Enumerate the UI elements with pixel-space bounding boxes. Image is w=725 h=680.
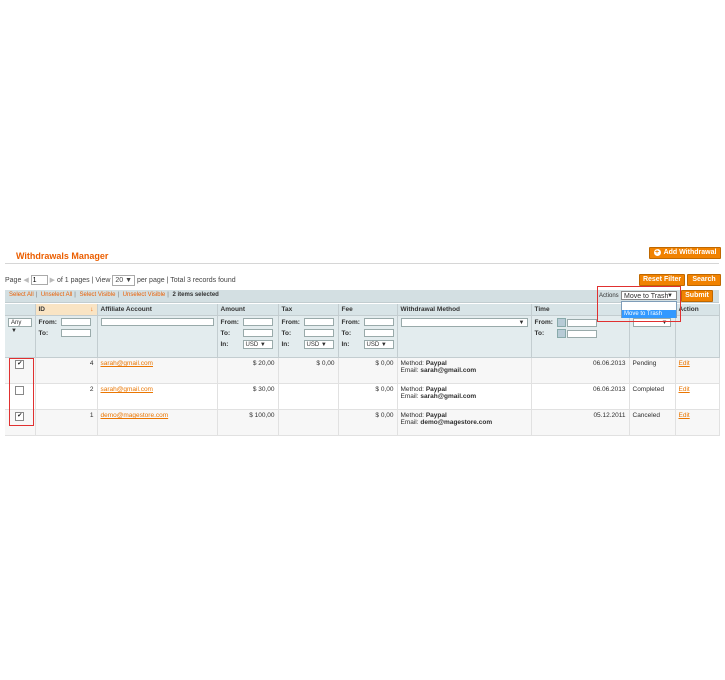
page-title: Withdrawals Manager (16, 251, 109, 261)
status-text: Completed (629, 383, 676, 410)
page-label: Page (5, 277, 22, 284)
per-page-select[interactable]: 20 ▼ (112, 275, 136, 286)
select-all-link[interactable]: Select All (9, 292, 34, 298)
massaction-filter-select[interactable]: Any ▼ (8, 318, 32, 334)
account-link[interactable]: demo@magestore.com (101, 412, 169, 419)
column-header-fee[interactable]: Fee (338, 304, 398, 316)
view-label: View (95, 277, 111, 284)
time-to-input[interactable] (567, 329, 598, 338)
status-text: Canceled (629, 409, 676, 436)
per-page-label: per page (137, 277, 165, 284)
amount-currency-select[interactable]: USD ▼ (242, 340, 273, 349)
add-withdrawal-label: Add Withdrawal (663, 249, 717, 256)
fee-currency-select[interactable]: USD ▼ (363, 340, 394, 349)
amount-to-input[interactable] (242, 329, 273, 337)
column-header-action: Action (675, 304, 720, 316)
tax-to-input[interactable] (303, 329, 334, 337)
fee-from-input[interactable] (363, 318, 394, 326)
unselect-all-link[interactable]: Unselect All (41, 292, 72, 298)
method-filter-select[interactable]: ▼ (400, 318, 528, 327)
amount-from-input[interactable] (242, 318, 273, 326)
add-withdrawal-button[interactable]: + Add Withdrawal (649, 247, 721, 259)
edit-link[interactable]: Edit (679, 360, 690, 367)
fee-to-input[interactable] (363, 329, 394, 337)
withdrawals-grid: ID ↓ Affiliate Account Amount Tax Fee Wit… (5, 304, 720, 436)
of-pages-text: of 1 pages (56, 277, 90, 284)
sort-arrow-icon: ↓ (90, 306, 94, 313)
account-link[interactable]: sarah@gmail.com (101, 386, 153, 393)
unselect-visible-link[interactable]: Unselect Visible (123, 292, 166, 298)
column-header-massaction (5, 304, 36, 316)
edit-link[interactable]: Edit (679, 412, 690, 419)
table-row: 2 sarah@gmail.com $ 30,00 $ 0,00 Method:… (5, 383, 720, 410)
reset-filter-button[interactable]: Reset Filter (639, 274, 685, 286)
page-input[interactable] (30, 275, 48, 286)
tax-currency-select[interactable]: USD ▼ (303, 340, 334, 349)
column-header-tax[interactable]: Tax (278, 304, 339, 316)
title-divider (5, 263, 719, 264)
id-from-input[interactable] (60, 318, 91, 326)
tax-from-input[interactable] (303, 318, 334, 326)
time-from-input[interactable] (567, 318, 598, 327)
calendar-icon[interactable] (556, 318, 566, 327)
submit-button[interactable]: Submit (681, 290, 713, 302)
prev-page-icon[interactable]: ◀ (23, 277, 28, 284)
table-row: ✔ 1 demo@magestore.com $ 100,00 $ 0,00 M… (5, 409, 720, 436)
next-page-icon[interactable]: ▶ (50, 277, 55, 284)
calendar-icon[interactable] (556, 329, 566, 338)
select-visible-link[interactable]: Select Visible (80, 292, 116, 298)
id-to-input[interactable] (60, 329, 91, 337)
pager: Page ◀ ▶ of 1 pages | View 20 ▼ per page… (5, 275, 236, 286)
column-header-amount[interactable]: Amount (217, 304, 279, 316)
total-records: Total 3 records found (170, 277, 236, 284)
highlight-box-checkboxes (9, 358, 34, 426)
column-header-id[interactable]: ID ↓ (35, 304, 98, 316)
table-row: ✔ 4 sarah@gmail.com $ 20,00 $ 0,00 $ 0,0… (5, 357, 720, 384)
status-text: Pending (629, 357, 676, 384)
column-header-affiliate-account[interactable]: Affiliate Account (97, 304, 218, 316)
search-button[interactable]: Search (687, 274, 721, 286)
highlight-box-actions (597, 286, 681, 322)
account-filter-input[interactable] (100, 318, 214, 326)
edit-link[interactable]: Edit (679, 386, 690, 393)
column-header-withdrawal-method[interactable]: Withdrawal Method (397, 304, 532, 316)
account-link[interactable]: sarah@gmail.com (101, 360, 153, 367)
plus-icon: + (653, 249, 661, 256)
selected-count: 2 items selected (172, 292, 219, 298)
